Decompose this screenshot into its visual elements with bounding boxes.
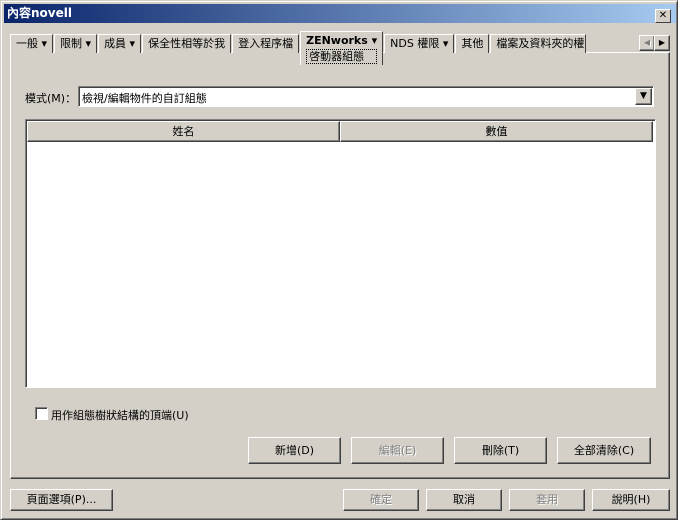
tab-general[interactable]: 一般 ▾ bbox=[10, 34, 54, 53]
tab-nds-rights[interactable]: NDS 權限 ▾ bbox=[384, 34, 455, 53]
top-of-tree-checkbox[interactable] bbox=[35, 407, 48, 420]
help-button[interactable]: 說明(H) bbox=[592, 489, 670, 511]
tab-other[interactable]: 其他 bbox=[455, 34, 490, 53]
property-table: 姓名 數值 bbox=[25, 119, 656, 388]
tab-security-equal[interactable]: 保全性相等於我 bbox=[142, 34, 232, 53]
delete-button[interactable]: 刪除(T) bbox=[454, 437, 547, 464]
ok-button[interactable]: 確定 bbox=[343, 489, 419, 511]
tab-strip: 一般 ▾ 限制 ▾ 成員 ▾ 保全性相等於我 登入程序檔 ZENworks ▾ 啓… bbox=[10, 31, 587, 65]
tab-login-script[interactable]: 登入程序檔 bbox=[232, 34, 300, 53]
mode-value: 檢視/編輯物件的自訂組態 bbox=[82, 92, 207, 105]
clear-all-button[interactable]: 全部清除(C) bbox=[557, 437, 651, 464]
tab-scroll-left[interactable]: ◀ bbox=[639, 35, 655, 51]
column-header-value[interactable]: 數值 bbox=[340, 121, 653, 142]
tab-members[interactable]: 成員 ▾ bbox=[98, 34, 142, 53]
mode-label: 模式(M)： bbox=[25, 92, 77, 105]
add-button[interactable]: 新增(D) bbox=[248, 437, 341, 464]
close-button[interactable]: ✕ bbox=[655, 9, 671, 23]
column-header-name[interactable]: 姓名 bbox=[27, 121, 340, 142]
properties-dialog: 內容novell ✕ 一般 ▾ 限制 ▾ 成員 ▾ 保全性相等於我 登入程序檔 … bbox=[0, 0, 678, 520]
title-bar: 內容novell ✕ bbox=[4, 4, 676, 23]
tab-scroll-right[interactable]: ▶ bbox=[654, 35, 670, 51]
tab-zenworks[interactable]: ZENworks ▾ 啓動器組態 bbox=[300, 31, 384, 65]
page-options-button[interactable]: 頁面選項(P)... bbox=[10, 489, 113, 511]
window-title: 內容novell bbox=[7, 6, 72, 20]
subtab-launcher-config[interactable]: 啓動器組態 bbox=[306, 49, 378, 64]
edit-button[interactable]: 編輯(E) bbox=[351, 437, 444, 464]
mode-select[interactable]: 檢視/編輯物件的自訂組態 ▼ bbox=[78, 86, 654, 107]
cancel-button[interactable]: 取消 bbox=[426, 489, 502, 511]
top-of-tree-label: 用作組態樹狀結構的頂端(U) bbox=[51, 409, 189, 422]
tab-restrictions[interactable]: 限制 ▾ bbox=[54, 34, 98, 53]
chevron-down-icon[interactable]: ▼ bbox=[635, 88, 652, 105]
apply-button[interactable]: 套用 bbox=[509, 489, 585, 511]
tab-file-rights[interactable]: 檔案及資料夾的權 bbox=[490, 34, 587, 53]
